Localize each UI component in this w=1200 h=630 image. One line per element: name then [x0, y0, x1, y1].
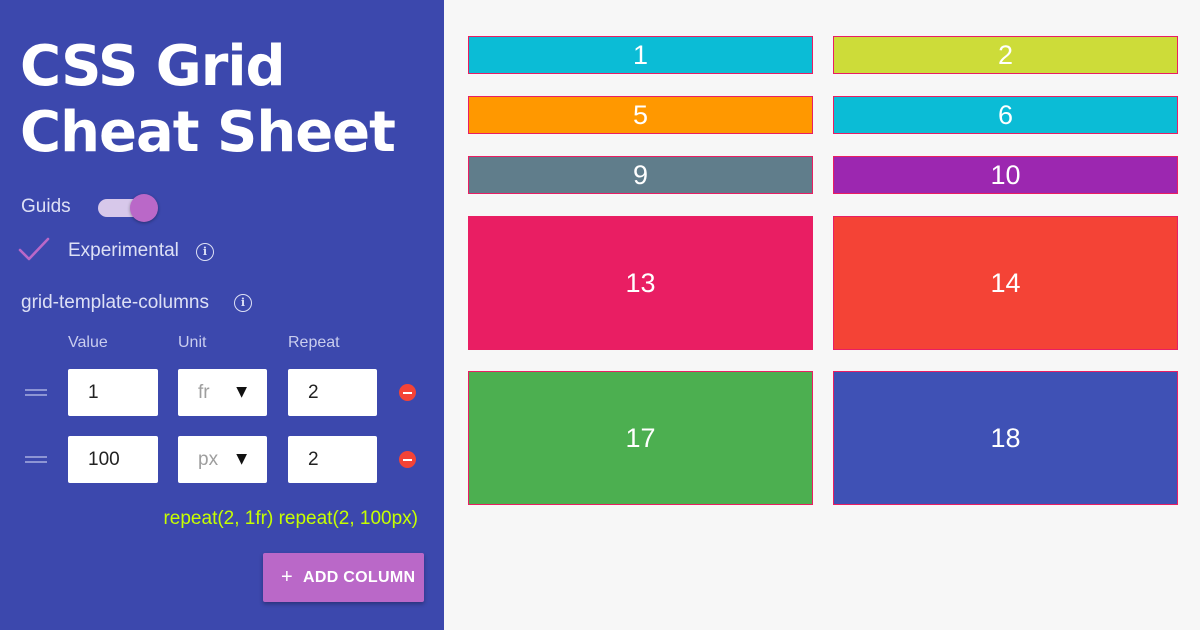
value-column-header: Value — [68, 334, 108, 351]
add-column-label: ADD COLUMN — [303, 569, 416, 586]
experimental-label: Experimental — [68, 240, 179, 261]
grid-item: 13 — [468, 216, 813, 350]
repeat-input[interactable] — [288, 369, 377, 416]
grid-item-label: 17 — [625, 422, 656, 453]
plus-icon: + — [281, 566, 293, 588]
grid-item: 10 — [833, 156, 1178, 194]
unit-select[interactable]: px ▼ — [178, 436, 267, 483]
grid-item-label: 6 — [997, 99, 1014, 130]
grid-item-label: 18 — [990, 422, 1021, 453]
guides-toggle[interactable] — [98, 193, 160, 223]
grid-item-label: 14 — [990, 267, 1021, 298]
sidebar-panel: CSS Grid Cheat Sheet Guids Experimental … — [0, 0, 444, 630]
unit-selected-value: fr — [198, 382, 210, 403]
dropdown-caret-icon: ▼ — [236, 451, 247, 467]
experimental-checkbox[interactable] — [18, 236, 50, 264]
css-output: repeat(2, 1fr) repeat(2, 100px) — [163, 508, 418, 529]
repeat-column-header: Repeat — [288, 334, 340, 351]
info-icon[interactable]: i — [196, 243, 214, 261]
grid-item-label: 10 — [990, 159, 1021, 190]
dropdown-caret-icon: ▼ — [236, 384, 247, 400]
grid-item: 2 — [833, 36, 1178, 74]
drag-handle-icon[interactable] — [25, 388, 47, 398]
grid-item: 14 — [833, 216, 1178, 350]
remove-row-button[interactable] — [399, 384, 416, 401]
value-input[interactable] — [68, 369, 158, 416]
info-icon[interactable]: i — [234, 294, 252, 312]
grid-item: 1 — [468, 36, 813, 74]
repeat-input[interactable] — [288, 436, 377, 483]
unit-column-header: Unit — [178, 334, 207, 351]
grid-item: 18 — [833, 371, 1178, 505]
add-column-button[interactable]: + ADD COLUMN — [263, 553, 424, 602]
value-input[interactable] — [68, 436, 158, 483]
toggle-thumb — [130, 194, 158, 222]
grid-item-label: 2 — [997, 39, 1014, 70]
grid-item-label: 1 — [632, 39, 649, 70]
grid-item: 5 — [468, 96, 813, 134]
page-title: CSS Grid Cheat Sheet — [20, 34, 430, 166]
title-line-1: CSS Grid — [20, 34, 286, 99]
unit-select[interactable]: fr ▼ — [178, 369, 267, 416]
grid-preview: 1 2 5 6 9 10 13 14 17 18 — [444, 0, 1200, 630]
guides-label: Guids — [21, 196, 71, 217]
drag-handle-icon[interactable] — [25, 455, 47, 465]
grid-item: 9 — [468, 156, 813, 194]
grid-item-label: 5 — [632, 99, 649, 130]
unit-selected-value: px — [198, 449, 219, 470]
grid-item-label: 9 — [632, 159, 649, 190]
remove-row-button[interactable] — [399, 451, 416, 468]
title-line-2: Cheat Sheet — [20, 100, 396, 165]
checkmark-icon — [18, 237, 50, 261]
grid-item: 17 — [468, 371, 813, 505]
grid-item-label: 13 — [625, 267, 656, 298]
grid-item: 6 — [833, 96, 1178, 134]
property-label: grid-template-columns — [21, 292, 209, 313]
